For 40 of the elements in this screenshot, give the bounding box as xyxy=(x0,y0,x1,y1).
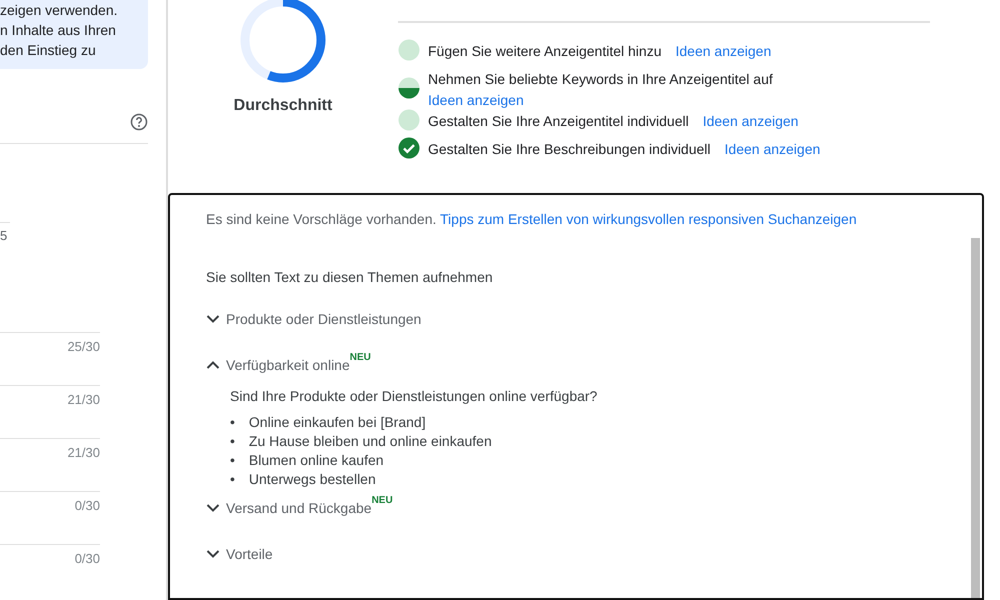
topic-toggle[interactable]: Vorteile xyxy=(206,541,982,567)
example-item: Online einkaufen bei [Brand] xyxy=(248,413,426,432)
topic-toggle[interactable]: Verfügbarkeit online$^{NEU}$ xyxy=(206,352,982,378)
chevron-down-icon xyxy=(206,549,220,559)
character-counter: 0/30 xyxy=(74,550,100,566)
bullet-icon: • xyxy=(230,413,235,432)
scrollbar[interactable] xyxy=(971,238,980,598)
ideas-link[interactable]: Ideen anzeigen xyxy=(428,92,524,108)
checklist-text: Fügen Sie weitere Anzeigentitel hinzu xyxy=(428,43,662,59)
chevron-down-icon xyxy=(206,314,220,324)
ideas-link[interactable]: Ideen anzeigen xyxy=(675,43,772,59)
help-icon[interactable] xyxy=(130,113,148,131)
bullet-icon: • xyxy=(230,451,235,470)
character-counter: 21/30 xyxy=(67,392,100,406)
strength-label: Durchschnitt xyxy=(232,96,334,116)
info-text: n Inhalte aus Ihren xyxy=(0,21,117,40)
notice-text: Es sind keine Vorschläge vorhanden. xyxy=(206,211,436,227)
tips-link[interactable]: Tipps zum Erstellen von wirkungsvollen responsiven Suchanzeigen xyxy=(440,211,857,227)
checklist-text: Gestalten Sie Ihre Beschreibungen individuell xyxy=(428,141,711,157)
ideas-link[interactable]: Ideen anzeigen xyxy=(724,141,820,157)
character-counter: 21/30 xyxy=(67,444,100,460)
value-text: 5 xyxy=(0,222,10,246)
topic-toggle[interactable]: Versand und Rückgabe$^{NEU}$ xyxy=(206,495,982,521)
example-item: Unterwegs bestellen xyxy=(248,470,376,489)
character-counter: 25/30 xyxy=(67,338,100,354)
ideas-link[interactable]: Ideen anzeigen xyxy=(702,113,798,129)
question-text: Sind Ihre Produkte oder Dienstleistungen online verfügbar? xyxy=(230,387,598,406)
chevron-down-icon xyxy=(206,503,220,513)
intro-text: Sie sollten Text zu diesen Themen aufnehmen xyxy=(206,268,494,287)
example-item: Blumen online kaufen xyxy=(248,451,384,470)
chevron-up-icon xyxy=(206,360,220,370)
bullet-icon: • xyxy=(230,470,235,489)
checklist-text: Gestalten Sie Ihre Anzeigentitel individuell xyxy=(428,113,689,129)
checklist-text: Nehmen Sie beliebte Keywords in Ihre Anzeigentitel auf xyxy=(428,71,773,87)
info-text: zeigen verwenden. xyxy=(0,1,119,20)
topic-toggle[interactable]: Produkte oder Dienstleistungen xyxy=(206,306,982,332)
info-text: den Einstieg zu xyxy=(0,41,97,60)
bullet-icon: • xyxy=(230,432,235,451)
example-item: Zu Hause bleiben und online einkaufen xyxy=(248,432,492,451)
character-counter: 0/30 xyxy=(74,498,100,512)
